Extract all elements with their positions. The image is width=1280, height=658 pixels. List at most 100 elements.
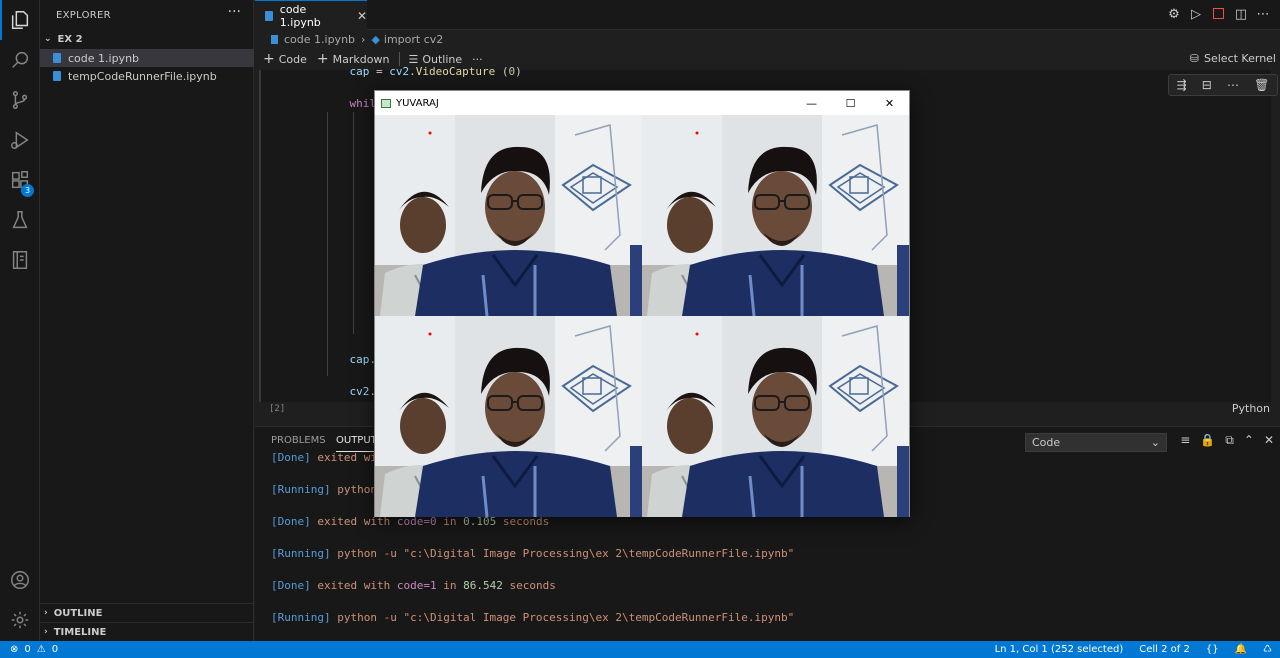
code-line[interactable]: cap = cv2.VideoCapture (0) [323,64,522,80]
close-window-icon[interactable]: ✕ [870,91,909,115]
tab-code1[interactable]: code 1.ipynb ✕ [255,0,367,30]
file-label: tempCodeRunnerFile.ipynb [68,69,217,83]
output-token: python -u "c:\Digital Image Processing\e… [330,547,795,560]
bell-icon[interactable]: 🔔 [1235,644,1247,655]
sidebar-title: EXPLORER [56,10,111,21]
folder-label: EX 2 [57,33,83,45]
feedback-icon[interactable]: ♺ [1263,644,1272,655]
sidebar-more-button[interactable]: ··· [228,4,241,20]
output-token: 86.542 [463,579,503,592]
file-item-code1[interactable]: code 1.ipynb [40,49,254,67]
code-token: = [369,65,390,78]
extensions-icon[interactable]: 3 [0,160,40,200]
cell-indicator[interactable]: Cell 2 of 2 [1139,644,1190,655]
output-token: [Done] [271,579,311,592]
editor-tab-bar: code 1.ipynb ✕ ⚙ ▷ ◫ ⋯ [255,0,1280,30]
delete-icon[interactable]: 🗑 [1254,78,1269,92]
notebook-file-icon [265,10,273,21]
tab-problems[interactable]: PROBLEMS [271,435,326,446]
extensions-badge: 3 [21,184,34,197]
output-line: [Done] exited wi [271,451,377,464]
search-icon[interactable] [0,40,40,80]
braces-icon[interactable]: {} [1206,644,1219,655]
section-label: OUTLINE [53,607,103,619]
code-token: ( [495,65,509,78]
close-icon[interactable]: ✕ [357,9,367,23]
account-icon[interactable] [0,560,40,600]
error-icon: ⊗ [10,644,19,655]
status-bar: ⊗ 0 ⚠ 0 Ln 1, Col 1 (252 selected) Cell … [0,641,1280,658]
activity-bar: 3 [0,0,40,641]
cell-language[interactable]: Python [1232,402,1270,415]
file-label: code 1.ipynb [68,51,140,65]
window-title-bar[interactable]: YUVARAJ — ☐ ✕ [375,91,909,115]
code-token: cap [349,353,370,366]
more-icon[interactable]: ⋯ [1227,78,1239,92]
source-control-icon[interactable] [0,80,40,120]
minimize-icon[interactable]: — [792,91,831,115]
code-token: cv2 [389,65,410,78]
split-editor-icon[interactable]: ◫ [1234,7,1248,22]
warning-count: 0 [51,644,59,655]
chevron-down-icon: ⌄ [44,34,52,44]
select-kernel-button[interactable]: ⛁ Select Kernel [1190,52,1276,65]
chevron-up-icon[interactable]: ⌃ [1244,433,1254,448]
file-item-tempcoderunner[interactable]: tempCodeRunnerFile.ipynb [40,67,254,85]
tab-label: code 1.ipynb [279,2,321,29]
kernel-label: Select Kernel [1204,52,1276,65]
notebook-file-icon [271,34,278,44]
chevron-right-icon: › [44,608,48,618]
output-token: exited with [310,579,397,592]
output-token: python [330,483,377,496]
output-token: python -u "c:\Digital Image Processing\e… [330,611,795,624]
window-controls: — ☐ ✕ [792,91,909,115]
add-code-cell-button[interactable]: + Code [263,51,307,67]
section-label: TIMELINE [53,626,107,638]
timeline-section[interactable]: › TIMELINE [40,622,254,641]
video-frame [642,316,909,517]
output-line: [Running] python [271,483,377,496]
explorer-icon[interactable] [0,0,40,40]
run-debug-icon[interactable] [0,120,40,160]
chevron-right-icon: › [44,627,48,637]
output-token: exited wi [310,451,377,464]
settings-gear-icon[interactable] [0,600,40,640]
output-line: [Done] exited with code=1 in 86.542 seco… [271,579,556,592]
code-token: cap [349,65,370,78]
output-token: code=1 [396,579,437,592]
kernel-icon: ⛁ [1189,52,1199,65]
lock-icon[interactable]: 🔒 [1200,433,1215,448]
close-icon[interactable]: ✕ [1264,433,1274,448]
output-channel-select[interactable]: Code ⌄ [1025,433,1167,452]
clear-output-icon[interactable]: ≡ [1180,433,1190,448]
folder-ex2[interactable]: ⌄ EX 2 [40,30,254,48]
output-token: [Done] [271,451,311,464]
testing-icon[interactable] [0,200,40,240]
video-frame [375,316,642,517]
problems-status[interactable]: ⊗ 0 ⚠ 0 [10,644,58,655]
window-app-icon [381,98,391,108]
add-code-label: Code [278,52,307,66]
gear-icon[interactable]: ⚙ [1167,7,1181,22]
copy-icon[interactable]: ⧉ [1225,433,1234,448]
opencv-window[interactable]: YUVARAJ — ☐ ✕ [374,90,910,517]
output-token: in [436,579,464,592]
tab-output[interactable]: OUTPUT [336,435,377,452]
run-icon[interactable]: ▷ [1189,7,1203,22]
split-cell-icon[interactable]: ⊟ [1202,78,1212,92]
code-token: VideoCapture [415,65,496,78]
warning-icon: ⚠ [36,644,46,655]
maximize-icon[interactable]: ☐ [831,91,870,115]
cursor-position[interactable]: Ln 1, Col 1 (252 selected) [995,644,1124,655]
notebook-file-icon [53,71,61,81]
notebook-icon[interactable] [0,240,40,280]
output-token: [Running] [271,611,331,624]
output-token: [Done] [271,515,311,528]
breadcrumb-symbol[interactable]: import cv2 [384,33,443,46]
outline-section[interactable]: › OUTLINE [40,603,254,622]
stop-icon[interactable] [1213,8,1224,19]
python-icon: ◆ [371,32,380,46]
execute-above-icon[interactable]: ⇶ [1177,78,1187,92]
breadcrumb-file[interactable]: code 1.ipynb [284,33,355,46]
more-icon[interactable]: ⋯ [1256,7,1270,22]
